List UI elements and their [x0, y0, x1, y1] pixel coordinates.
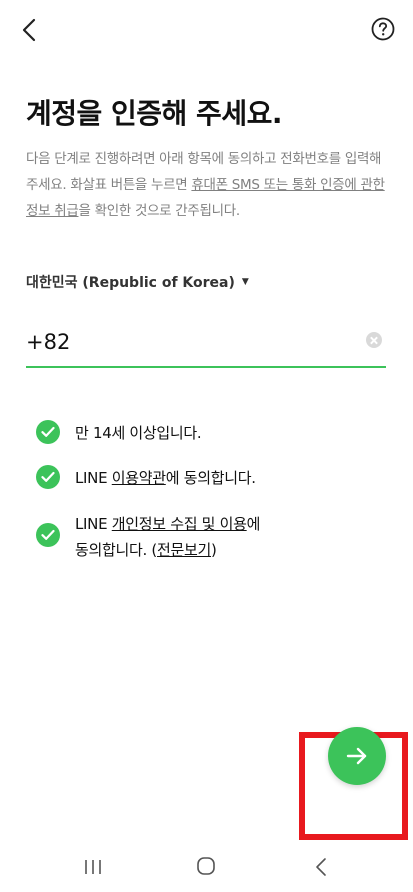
agree-age-text: 만 14세 이상입니다.	[75, 424, 202, 442]
agree-privacy-line2: 동의합니다. (전문보기)	[75, 537, 260, 563]
agree-privacy[interactable]: LINE 개인정보 수집 및 이용에 동의합니다. (전문보기)	[36, 511, 260, 563]
privacy-link[interactable]: 개인정보 수집 및 이용	[112, 515, 247, 533]
check-circle-icon	[36, 523, 60, 547]
phone-field-container	[26, 318, 386, 368]
next-button[interactable]	[328, 727, 386, 785]
caret-down-icon: ▼	[241, 277, 249, 287]
recent-apps-icon[interactable]	[83, 858, 103, 876]
description-text-end: 을 확인한 것으로 간주됩니다.	[78, 203, 240, 219]
phone-number-input[interactable]	[26, 324, 346, 360]
agree-privacy-line1: LINE 개인정보 수집 및 이용에	[75, 511, 260, 537]
agree-terms[interactable]: LINE 이용약관에 동의합니다.	[36, 465, 256, 491]
agree-privacy-line2-suffix: )	[211, 541, 217, 559]
full-text-link[interactable]: 전문보기	[157, 541, 211, 559]
home-icon[interactable]	[196, 856, 216, 876]
back-arrow-icon[interactable]	[14, 14, 46, 46]
agree-privacy-line2-prefix: 동의합니다. (	[75, 541, 157, 559]
agree-privacy-suffix: 에	[246, 515, 261, 533]
agree-privacy-prefix: LINE	[75, 515, 112, 533]
agree-terms-prefix: LINE	[75, 469, 112, 487]
agree-terms-suffix: 에 동의합니다.	[165, 469, 256, 487]
nav-back-icon[interactable]	[314, 856, 328, 878]
country-selector[interactable]: 대한민국 (Republic of Korea) ▼	[26, 272, 249, 292]
description: 다음 단계로 진행하려면 아래 항목에 동의하고 전화번호를 입력해 주세요. …	[26, 146, 388, 224]
top-bar	[0, 0, 413, 60]
agree-terms-text: LINE 이용약관에 동의합니다.	[75, 465, 256, 491]
agree-age[interactable]: 만 14세 이상입니다.	[36, 420, 202, 446]
terms-link[interactable]: 이용약관	[112, 469, 166, 487]
system-nav-bar	[0, 846, 413, 892]
check-circle-icon	[36, 420, 60, 444]
question-circle-icon[interactable]	[371, 17, 395, 41]
arrow-right-icon	[346, 747, 367, 765]
check-circle-icon	[36, 465, 60, 489]
country-label: 대한민국 (Republic of Korea)	[26, 275, 235, 291]
agree-privacy-text: LINE 개인정보 수집 및 이용에 동의합니다. (전문보기)	[75, 511, 260, 563]
page-title: 계정을 인증해 주세요.	[26, 97, 282, 130]
clear-icon[interactable]	[366, 332, 382, 348]
